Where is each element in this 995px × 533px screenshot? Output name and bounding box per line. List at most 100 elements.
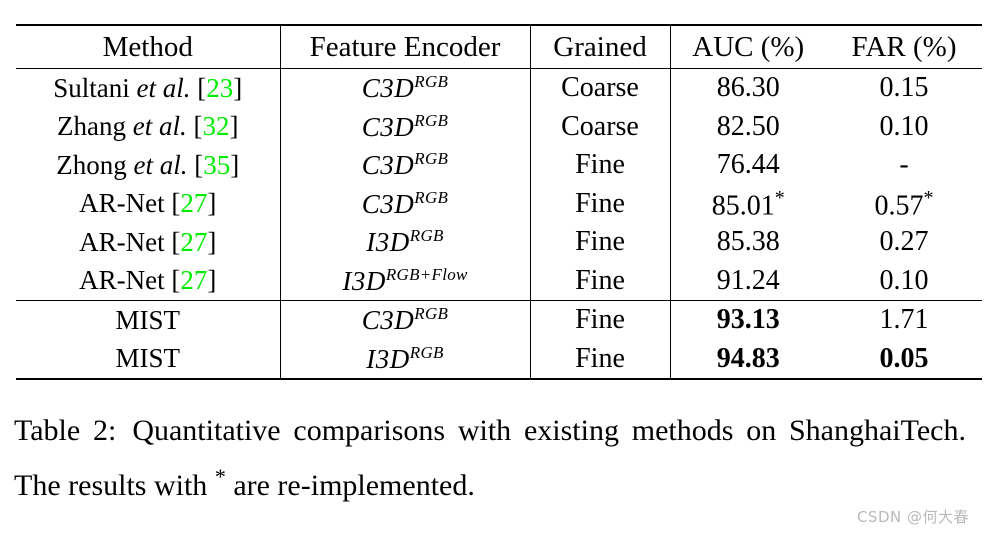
cell-grained: Fine [529,261,670,301]
cell-grained: Fine [529,300,670,340]
feature-encoder-superscript: RGB [414,149,449,169]
far-value: 0.15 [879,72,929,104]
cell-auc: 86.30 [669,68,826,108]
cell-auc: 93.13 [669,300,826,340]
far-value: 0.10 [879,264,929,296]
csdn-watermark: CSDN @何大春 [856,508,969,526]
method-name: AR-Net [79,188,165,219]
auc-value: 93.13 [716,304,780,336]
cell-method: Zhong et al. [35] [16,146,280,185]
cell-method: MIST [16,300,280,340]
header-cell-grained: Grained [529,24,670,69]
cell-feature-encoder: I3DRGB+Flow [279,261,530,301]
feature-encoder-superscript: RGB [414,72,449,92]
citation-bracket: [27] [171,188,217,219]
feature-encoder-formula: I3DRGB+Flow [342,264,468,296]
auc-value: 86.30 [716,72,780,104]
auc-value: 82.50 [716,110,780,142]
feature-encoder-superscript: RGB [409,226,444,246]
header-cell-far: FAR (%) [826,24,982,69]
auc-value-star: * [774,186,785,209]
auc-value: 94.83 [716,342,780,374]
cell-far: 0.10 [826,262,982,301]
citation-number[interactable]: 23 [206,73,233,103]
table-row: AR-Net [27] C3DRGB Fine 85.01* 0.57* [16,184,982,224]
citation-number[interactable]: 27 [180,188,207,218]
citation-number[interactable]: 27 [180,227,207,257]
far-value: 0.10 [879,110,929,142]
table-row: Zhang et al. [32] C3DRGB Coarse 82.50 0.10 [16,107,982,147]
method-name: AR-Net [79,226,165,257]
cell-auc: 91.24 [669,261,826,301]
cell-method: AR-Net [27] [16,185,280,224]
citation-bracket: [27] [171,226,217,257]
cell-auc: 94.83 [669,339,826,379]
cell-feature-encoder: C3DRGB [279,184,530,223]
header-cell-auc: AUC (%) [669,24,826,69]
cell-method: Zhang et al. [32] [16,108,280,147]
feature-encoder-formula: C3DRGB [361,304,449,336]
method-etal: et al. [133,149,188,180]
cell-far: 0.10 [826,108,982,147]
auc-value: 85.38 [716,226,780,258]
cell-feature-encoder: C3DRGB [279,68,530,108]
far-value: 1.71 [879,304,929,336]
header-row: Method Feature Encoder Grained AUC (%) F… [16,24,982,69]
table-body-highlight: MIST C3DRGB Fine 93.13 1.71 MIST I3DRGB Fine 94.… [16,300,982,379]
cell-auc: 85.01* [669,184,826,223]
cell-method: AR-Net [27] [16,262,280,301]
cell-feature-encoder: C3DRGB [279,300,530,340]
feature-encoder-superscript: RGB [414,304,449,324]
results-table: Method Feature Encoder Grained AUC (%) F… [16,24,982,381]
cell-method: Sultani et al. [23] [16,68,280,108]
header-cell-method: Method [16,24,280,69]
feature-encoder-formula: C3DRGB [361,149,449,181]
method-name: Zhong [56,149,127,180]
caption-body-2: are re-implemented. [233,469,475,502]
cell-grained: Fine [529,339,670,379]
table-row: Sultani et al. [23] C3DRGB Coarse 86.30 0.15 [16,68,982,108]
feature-encoder-superscript: RGB+Flow [385,264,468,284]
citation-number[interactable]: 32 [202,111,229,141]
cell-far: - [826,146,982,185]
results-table-container: Method Feature Encoder Grained AUC (%) F… [16,24,982,381]
cell-feature-encoder: C3DRGB [279,146,530,185]
cell-feature-encoder: I3DRGB [279,223,530,262]
header-cell-feature-encoder: Feature Encoder [279,24,530,69]
citation-bracket: [23] [197,72,243,103]
feature-encoder-formula: I3DRGB [366,226,444,258]
far-value: 0.57 [874,189,924,221]
method-etal: et al. [132,111,187,142]
paper-figure-page: Method Feature Encoder Grained AUC (%) F… [0,0,995,533]
citation-number[interactable]: 35 [203,150,230,180]
cell-grained: Fine [529,146,670,185]
far-value: - [899,149,909,181]
far-value: 0.27 [879,226,929,258]
method-name: AR-Net [79,265,165,296]
footer-rule-far [826,378,982,381]
feature-encoder-formula: I3DRGB [366,342,444,374]
caption-label: Table 2: [14,414,117,447]
citation-bracket: [35] [194,149,240,180]
far-value: 0.05 [879,342,929,374]
cell-far: 1.71 [826,300,982,340]
method-name: Zhang [57,111,126,142]
method-name: MIST [115,343,180,374]
cell-far: 0.57* [826,185,982,224]
table-caption: Table 2: Quantitative comparisons with ex… [14,408,966,509]
table-row: AR-Net [27] I3DRGB+Flow Fine 91.24 0.10 [16,261,982,301]
cell-auc: 85.38 [669,223,826,262]
table-row: AR-Net [27] I3DRGB Fine 85.38 0.27 [16,223,982,262]
table-row: Zhong et al. [35] C3DRGB Fine 76.44 - [16,146,982,185]
auc-value: 76.44 [716,149,780,181]
feature-encoder-formula: C3DRGB [361,72,449,104]
cell-grained: Fine [529,223,670,262]
table-body: Sultani et al. [23] C3DRGB Coarse 86.30 0.15… [16,68,982,301]
footer-rule-grained [530,378,670,381]
citation-number[interactable]: 27 [180,265,207,295]
feature-encoder-superscript: RGB [414,110,449,130]
cell-feature-encoder: C3DRGB [279,107,530,146]
caption-star-symbol: * [214,464,226,489]
footer-rule-encoder [280,378,530,381]
cell-auc: 82.50 [669,107,826,146]
